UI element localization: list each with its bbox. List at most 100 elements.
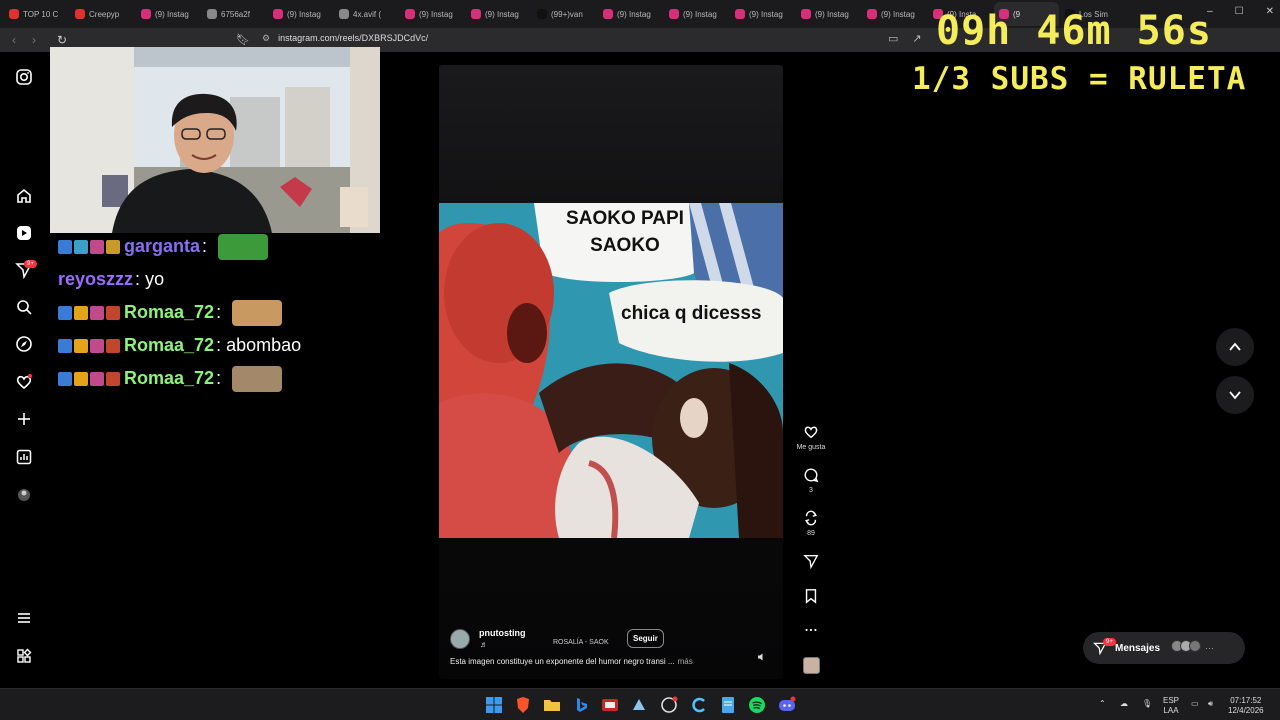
audio-thumbnail[interactable] xyxy=(803,657,820,674)
subs-roulette-text: 1/3 SUBS = RULETA xyxy=(912,61,1247,97)
explore-icon[interactable] xyxy=(14,335,34,355)
tab-favicon-icon xyxy=(405,9,415,19)
language-indicator[interactable]: ESP LAA xyxy=(1163,696,1179,716)
tab-title: (9) Instag xyxy=(815,9,849,19)
microphone-icon[interactable]: 🎙︎ xyxy=(1142,699,1152,709)
tab-favicon-icon xyxy=(603,9,613,19)
profile-icon[interactable] xyxy=(14,486,34,506)
forward-icon[interactable]: › xyxy=(24,33,44,47)
save-button[interactable] xyxy=(790,588,832,606)
close-window-icon[interactable]: ✕ xyxy=(1266,6,1274,17)
audio-track[interactable]: ROSALÍA - SAOK xyxy=(553,639,609,646)
spotify-icon[interactable] xyxy=(748,696,766,714)
browser-tab[interactable]: (9) Instag xyxy=(136,2,201,26)
share-button[interactable] xyxy=(790,553,832,571)
onedrive-icon[interactable]: ☁ xyxy=(1120,699,1128,709)
browser-tab[interactable]: TOP 10 C xyxy=(4,2,69,26)
brave-icon[interactable] xyxy=(514,696,532,714)
chat-badge-icon xyxy=(58,239,72,254)
chat-badges xyxy=(58,305,120,320)
browser-tab[interactable]: (9) Instag xyxy=(400,2,465,26)
like-button[interactable]: Me gusta xyxy=(790,424,832,451)
bookmark-icon[interactable]: 🔖︎ xyxy=(236,33,250,46)
home-icon[interactable] xyxy=(14,187,34,207)
reels-icon[interactable] xyxy=(14,224,34,244)
chat-message: Romaa_72: xyxy=(58,296,388,329)
notepad-icon[interactable] xyxy=(719,696,737,714)
more-menu-icon[interactable] xyxy=(14,609,34,629)
tab-title: (9) Instag xyxy=(419,9,453,19)
author-handle[interactable]: pnutosting xyxy=(479,628,526,638)
maximize-icon[interactable]: ☐ xyxy=(1235,6,1244,17)
tab-title: (9) Instag xyxy=(881,9,915,19)
address-bar-actions: ▭ ↗ xyxy=(888,32,922,45)
tab-favicon-icon xyxy=(207,9,217,19)
browser-tab[interactable]: (99+)van xyxy=(532,2,597,26)
bing-icon[interactable] xyxy=(572,696,590,714)
browser-tab[interactable]: (9) Instag xyxy=(268,2,333,26)
recording-app-icon[interactable] xyxy=(601,696,619,714)
browser-tab[interactable]: (9) Instag xyxy=(862,2,927,26)
tab-title: (9) Instag xyxy=(617,9,651,19)
streamer-app-icon[interactable] xyxy=(630,696,648,714)
caption-text: Esta imagen constituye un exponente del … xyxy=(450,657,675,666)
browser-tab[interactable]: (9) Instag xyxy=(730,2,795,26)
browser-tab[interactable]: 4x.avif ( xyxy=(334,2,399,26)
browser-tab[interactable]: (9) Instag xyxy=(796,2,861,26)
tab-title: (9) Instag xyxy=(287,9,321,19)
site-info-icon[interactable]: ⚙︎ xyxy=(262,33,270,43)
share-icon[interactable]: ↗ xyxy=(912,32,921,45)
create-icon[interactable] xyxy=(14,410,34,430)
previous-reel-button[interactable] xyxy=(1216,328,1254,366)
dashboard-icon[interactable] xyxy=(14,448,34,468)
app-c-icon[interactable] xyxy=(690,696,708,714)
webcam-image xyxy=(50,47,380,233)
start-icon[interactable] xyxy=(485,696,503,714)
file-explorer-icon[interactable] xyxy=(543,696,561,714)
comment-icon xyxy=(790,467,832,485)
obs-icon[interactable] xyxy=(660,696,678,714)
browser-tab[interactable]: 6756a2f xyxy=(202,2,267,26)
chat-badge-icon xyxy=(90,338,104,353)
chat-badge-icon xyxy=(74,239,88,254)
follow-button[interactable]: Seguir xyxy=(627,629,664,648)
browser-tab[interactable]: (9) Instag xyxy=(598,2,663,26)
mute-icon[interactable] xyxy=(757,652,767,664)
tab-title: (9) Instag xyxy=(485,9,519,19)
volume-icon[interactable]: 🔊︎ xyxy=(1208,699,1213,709)
back-icon[interactable]: ‹ xyxy=(4,33,24,47)
url-field[interactable]: ⚙︎ instagram.com/reels/DXBRSJDCdVc/ xyxy=(262,33,428,44)
reload-icon[interactable]: ↻ xyxy=(52,33,72,47)
browser-tab[interactable]: (9) Instag xyxy=(664,2,729,26)
stream-chat: garganta: reyoszzz: yo Romaa_72: Romaa_72: ab… xyxy=(58,230,388,395)
cast-icon[interactable]: ▭ xyxy=(888,32,898,45)
author-avatar[interactable] xyxy=(450,629,470,649)
search-icon[interactable] xyxy=(14,298,34,318)
chat-badges xyxy=(58,239,120,254)
network-icon[interactable]: ▭ xyxy=(1191,699,1199,709)
discord-icon[interactable] xyxy=(778,696,796,714)
messages-button[interactable]: 9+ Mensajes ··· xyxy=(1083,632,1245,664)
chat-badge-icon xyxy=(74,338,88,353)
tab-favicon-icon xyxy=(669,9,679,19)
browser-tab[interactable]: (9) Instag xyxy=(466,2,531,26)
ellipsis-icon: ··· xyxy=(1205,643,1215,653)
chat-username: garganta xyxy=(124,236,201,256)
chat-message: garganta: xyxy=(58,230,388,263)
chat-badge-icon xyxy=(106,305,120,320)
comment-button[interactable]: 3 xyxy=(790,467,832,494)
message-avatars xyxy=(1171,639,1202,657)
repost-button[interactable]: 89 xyxy=(790,510,832,537)
browser-tab[interactable]: Creepyp xyxy=(70,2,135,26)
instagram-logo-icon[interactable] xyxy=(14,68,34,88)
tab-title: (99+)van xyxy=(551,9,583,19)
window-controls: – ☐ ✕ xyxy=(1207,6,1274,17)
clock[interactable]: 07:17:52 12/4/2026 xyxy=(1228,696,1264,716)
next-reel-button[interactable] xyxy=(1216,376,1254,414)
notifications-badge: 9+ xyxy=(24,260,37,268)
more-options-button[interactable] xyxy=(790,622,832,640)
show-hidden-icons-icon[interactable]: ⌃ xyxy=(1099,699,1106,709)
more-link[interactable]: más xyxy=(678,657,693,666)
notifications-icon[interactable] xyxy=(14,373,34,393)
also-from-meta-icon[interactable] xyxy=(14,647,34,667)
